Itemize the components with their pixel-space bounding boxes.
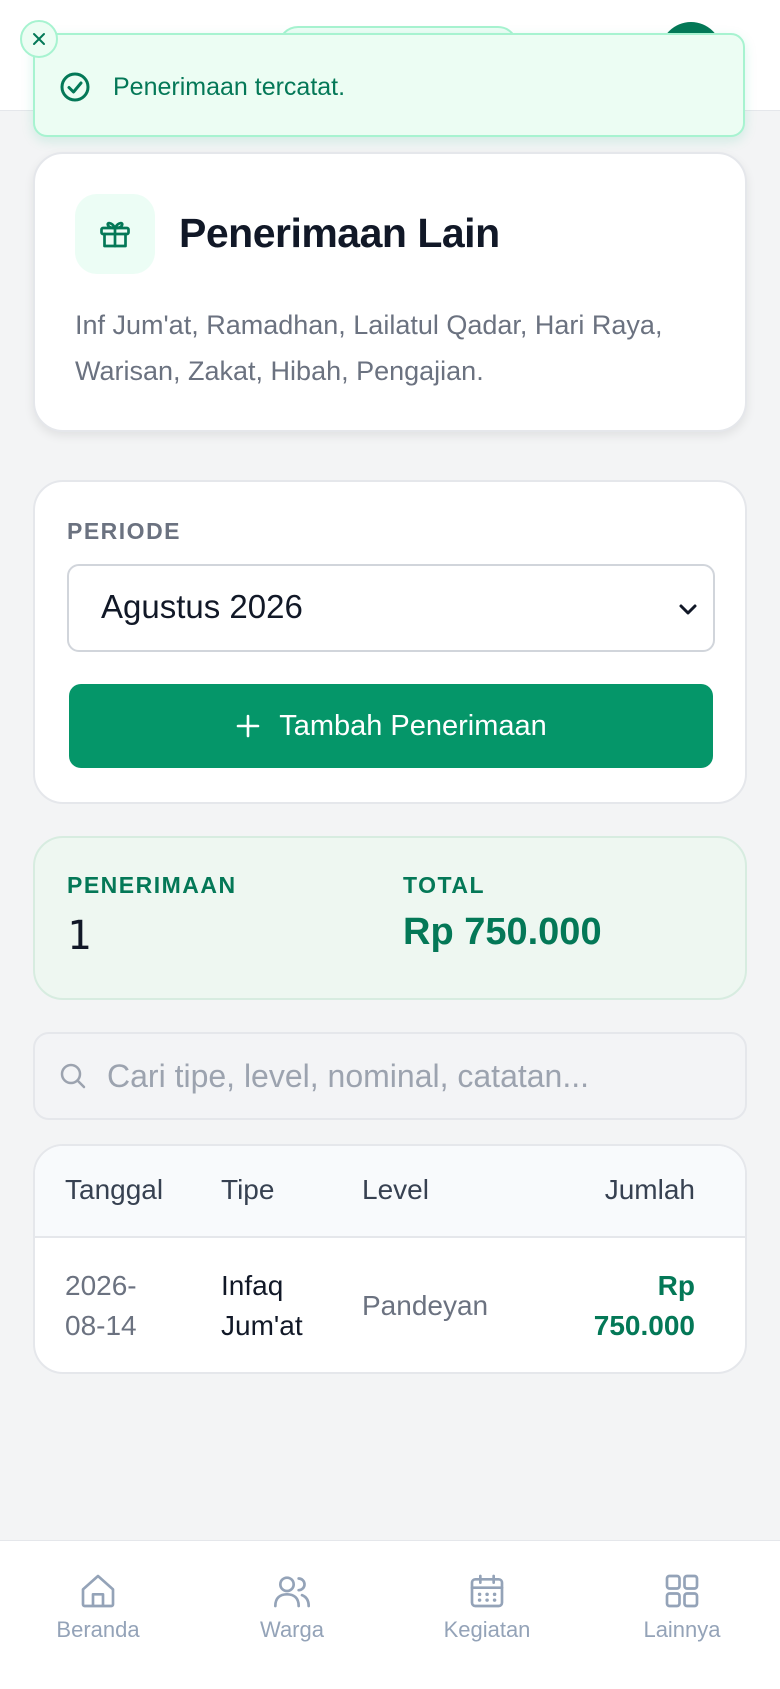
nav-label-warga: Warga <box>260 1617 324 1642</box>
home-icon <box>81 1574 115 1608</box>
column-header-tipe[interactable]: Tipe <box>221 1174 274 1206</box>
calendar-icon <box>470 1574 504 1608</box>
period-card: PERIODE Agustus 2026 Tambah Penerimaan <box>33 480 747 804</box>
bottom-navigation: Beranda Warga Kegiatan Lainnya <box>0 1540 780 1689</box>
count-stat: PENERIMAAN 1 <box>67 872 237 959</box>
column-header-jumlah[interactable]: Jumlah <box>605 1174 695 1206</box>
close-icon <box>33 33 45 45</box>
table-header: Tanggal Tipe Level Jumlah <box>35 1146 745 1238</box>
column-header-level[interactable]: Level <box>362 1174 429 1206</box>
cell-tipe: Infaq Jum'at <box>221 1270 303 1341</box>
success-toast: Penerimaan tercatat. <box>33 33 745 137</box>
total-value: Rp 750.000 <box>403 911 602 953</box>
search-icon <box>60 1063 86 1089</box>
check-circle-icon <box>60 72 90 102</box>
users-icon <box>274 1576 310 1608</box>
add-button-label: Tambah Penerimaan <box>279 709 547 742</box>
nav-item-kegiatan[interactable]: Kegiatan <box>407 1571 567 1643</box>
total-label: TOTAL <box>403 872 486 898</box>
search-input[interactable]: Cari tipe, level, nominal, catatan... <box>33 1032 747 1120</box>
period-selected-value: Agustus 2026 <box>101 588 303 625</box>
page-description: Inf Jum'at, Ramadhan, Lailatul Qadar, Ha… <box>75 310 663 386</box>
page-header-card: Penerimaan Lain Inf Jum'at, Ramadhan, La… <box>33 152 747 432</box>
count-label: PENERIMAAN <box>67 872 237 898</box>
total-stat: TOTAL Rp 750.000 <box>403 872 602 954</box>
nav-item-lainnya[interactable]: Lainnya <box>602 1571 762 1643</box>
nav-label-lainnya: Lainnya <box>643 1617 721 1642</box>
nav-label-kegiatan: Kegiatan <box>443 1617 531 1642</box>
gift-icon-box <box>75 194 155 274</box>
toast-message: Penerimaan tercatat. <box>113 73 346 101</box>
search-placeholder: Cari tipe, level, nominal, catatan... <box>107 1058 590 1094</box>
chevron-down-icon <box>679 604 697 615</box>
count-value: 1 <box>67 913 92 959</box>
nav-item-warga[interactable]: Warga <box>212 1571 372 1643</box>
gift-icon <box>100 221 130 248</box>
plus-icon <box>235 713 261 739</box>
period-label: PERIODE <box>67 518 182 544</box>
cell-jumlah: Rp 750.000 <box>593 1270 695 1341</box>
period-select[interactable]: Agustus 2026 <box>67 564 715 652</box>
cell-level: Pandeyan <box>362 1290 489 1321</box>
page-title: Penerimaan Lain <box>179 210 500 256</box>
nav-item-beranda[interactable]: Beranda <box>18 1571 178 1643</box>
summary-card: PENERIMAAN 1 TOTAL Rp 750.000 <box>33 836 747 1000</box>
column-header-tanggal[interactable]: Tanggal <box>65 1174 163 1206</box>
grid-icon <box>665 1574 699 1608</box>
nav-label-beranda: Beranda <box>56 1617 140 1642</box>
cell-tanggal: 2026- 08-14 <box>65 1270 137 1341</box>
receipts-table: Tanggal Tipe Level Jumlah 2026- 08-14 In… <box>33 1144 747 1374</box>
add-receipt-button[interactable]: Tambah Penerimaan <box>69 684 713 768</box>
toast-close-button[interactable] <box>20 20 58 58</box>
